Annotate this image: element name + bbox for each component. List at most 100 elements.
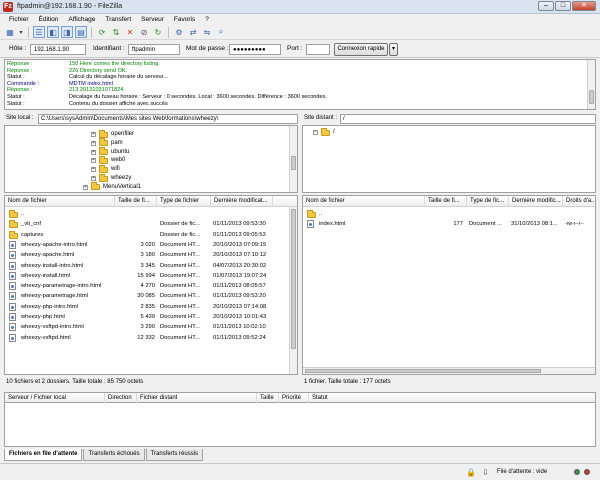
tree-item[interactable]: + wifi [91,164,120,174]
expand-icon[interactable]: + [91,167,96,173]
remote-col-type[interactable]: Type de fic... [467,196,509,207]
expand-icon[interactable]: + [91,158,96,164]
cell-name: index.html [319,221,346,228]
menu-file[interactable]: Fichier [4,14,34,25]
site-manager-icon[interactable]: ▦ [4,26,16,38]
local-file-list[interactable]: Nom de fichier Taille de fi... Type de f… [4,195,298,375]
local-list-scrollbar[interactable] [289,207,297,374]
local-tree-scrollbar[interactable] [289,126,297,192]
search-icon[interactable]: ⌕ [215,26,227,38]
quickconnect-button[interactable]: Connexion rapide [334,43,388,56]
table-row[interactable]: wheezy-vsftpd.html 12 332 Document HT... 01… [5,333,290,343]
cell-date: 31/10/2013 08:1... [511,221,558,228]
cell-name: wheezy-install-intro.html [21,262,84,269]
process-queue-icon[interactable]: ⇅ [110,26,122,38]
remote-tree[interactable]: − / [302,125,596,193]
password-input[interactable]: ●●●●●●●●● [229,44,281,55]
tree-item[interactable]: + openfiler [91,129,134,139]
tab-failed-transfers[interactable]: Transferts échoués [83,449,145,461]
table-row[interactable]: index.html 177 Document ... 31/10/2013 08:1… [303,219,595,229]
queue-status-text: File d'attente : vide [497,469,548,475]
remote-list-hscrollbar[interactable] [303,367,595,374]
table-row[interactable]: .. [5,209,290,219]
cancel-icon[interactable]: ✕ [124,26,136,38]
port-input[interactable] [306,44,330,55]
table-row[interactable]: wheezy-vsftpd-intro.html 3 290 Document HT… [5,322,290,332]
table-row[interactable]: wheezy-apache-intro.html 3 020 Document HT… [5,240,290,250]
compare-directories-icon[interactable]: ⇄ [187,26,199,38]
local-col-size[interactable]: Taille de fi... [115,196,157,207]
cell-type: Document ... [469,221,502,228]
host-input[interactable]: 192.168.1.90 [30,44,86,55]
toggle-log-icon[interactable]: ☰ [33,26,45,38]
quickconnect-dropdown-icon[interactable]: ▾ [389,43,398,56]
remote-col-date[interactable]: Dernière modific... [509,196,563,207]
directory-listing-filter-icon[interactable]: ⚙ [173,26,185,38]
local-tree[interactable]: + openfiler + pam + ubuntu + web0 + wifi + wheezy + M… [4,125,298,193]
maximize-button[interactable]: □ [555,1,571,11]
minimize-button[interactable]: – [538,1,554,11]
expand-icon[interactable]: + [83,184,88,190]
tab-successful-transfers[interactable]: Transferts réussis [145,449,204,461]
tree-item[interactable]: + web0 [91,155,125,165]
dropdown-icon[interactable]: ▾ [18,26,24,38]
cell-date: 04/07/2013 20:30:02 [213,262,267,269]
remote-path-input[interactable]: / [340,114,596,124]
tree-item[interactable]: + wheezy [91,173,131,183]
close-button[interactable]: ✕ [572,1,596,11]
table-row[interactable]: wheezy-apache.html 3 180 Document HT... 20/… [5,250,290,260]
remote-tree-root[interactable]: − / [313,127,335,137]
table-row[interactable]: _vti_cnf Dossier de fic... 01/11/2013 09:5… [5,219,290,229]
expand-icon[interactable]: − [313,130,318,135]
expand-icon[interactable]: + [91,149,96,155]
user-input[interactable]: ftpadmin [128,44,180,55]
local-path-input[interactable]: C:\Users\sysAdmin\Documents\Mes sites We… [38,114,298,124]
table-row[interactable]: wheezy-php-intro.html 2 835 Document HT...… [5,302,290,312]
remote-col-name[interactable]: Nom de fichier [303,196,425,207]
menu-edit[interactable]: Édition [34,14,64,25]
remote-col-perms[interactable]: Droits d'a... [563,196,595,207]
table-row[interactable]: wheezy-install.html 15 994 Document HT... 0… [5,271,290,281]
tree-item[interactable]: + pam [91,138,123,148]
tab-queued-files[interactable]: Fichiers en file d'attente [4,449,83,461]
menu-bar: Fichier Édition Affichage Transfert Serv… [0,14,600,25]
remote-col-size[interactable]: Taille de fi... [425,196,467,207]
expand-icon[interactable]: + [91,176,96,181]
expand-icon[interactable]: + [91,140,96,146]
expand-icon[interactable]: + [91,132,96,137]
log-key: Réponse : [7,61,33,67]
transfer-queue[interactable] [4,403,596,447]
remote-file-list[interactable]: Nom de fichier Taille de fi... Type de f… [302,195,596,375]
status-bar: 🔒 ⇩ File d'attente : vide [0,463,600,480]
sync-browsing-icon[interactable]: ⇋ [201,26,213,38]
cell-date: 01/07/2013 19:07:24 [213,272,267,279]
toggle-local-tree-icon[interactable]: ◧ [47,26,59,38]
menu-server[interactable]: Serveur [136,14,169,25]
menu-bookmarks[interactable]: Favoris [169,14,200,25]
local-col-type[interactable]: Type de fichier [157,196,211,207]
table-row[interactable]: wheezy-parametrage.html 30 085 Document HT… [5,291,290,301]
table-row[interactable]: wheezy-php.html 5 439 Document HT... 20/10/… [5,312,290,322]
log-scrollbar[interactable] [587,60,595,109]
menu-transfer[interactable]: Transfert [100,14,136,25]
user-label: Identifiant : [93,45,125,52]
table-row[interactable]: wheezy-parametrage-intro.html 4 270 Docume… [5,281,290,291]
disconnect-icon[interactable]: ⊘ [138,26,150,38]
menu-help[interactable]: ? [200,14,214,25]
reconnect-icon[interactable]: ↻ [152,26,164,38]
table-row[interactable]: .. [303,209,595,219]
message-log[interactable]: Réponse : 150 Here comes the directory li… [4,59,596,110]
menu-view[interactable]: Affichage [63,14,100,25]
table-row[interactable]: wheezy-install-intro.html 3 345 Document H… [5,261,290,271]
tree-item[interactable]: + MenuVertical1 [83,182,141,192]
toggle-remote-tree-icon[interactable]: ◨ [61,26,73,38]
log-text: 150 Here comes the directory listing. [69,61,160,67]
log-text: 226 Directory send OK. [69,67,128,74]
local-col-date[interactable]: Dernière modificat... [211,196,273,207]
toggle-queue-icon[interactable]: ▤ [75,26,87,38]
table-row[interactable]: captures Dossier de fic... 01/11/2013 09:0… [5,230,290,240]
refresh-icon[interactable]: ⟳ [96,26,108,38]
cell-size: 3 345 [140,262,155,269]
tree-item[interactable]: + ubuntu [91,147,129,157]
local-col-name[interactable]: Nom de fichier [5,196,115,207]
